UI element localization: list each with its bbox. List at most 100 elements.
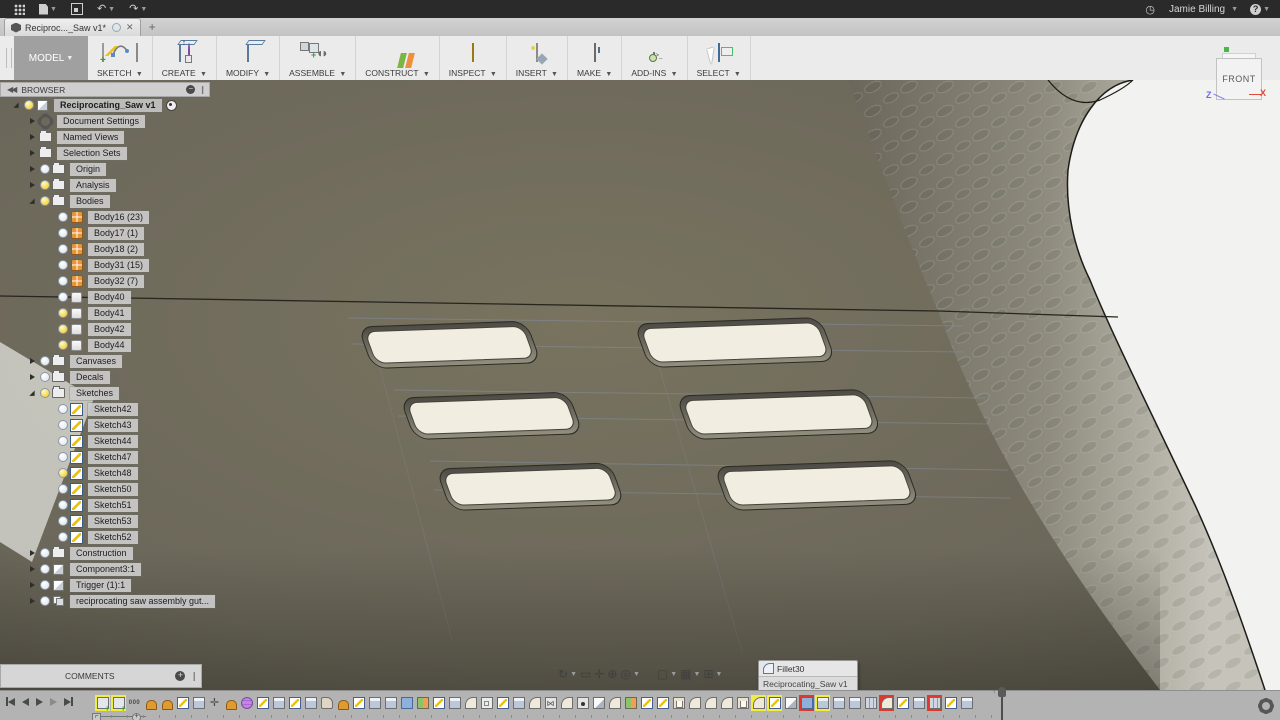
play-button[interactable] <box>36 697 43 706</box>
vent-hole[interactable] <box>358 321 541 369</box>
toolbar-group-label[interactable]: SELECT ▼ <box>697 68 741 78</box>
visibility-bulb-icon[interactable] <box>56 212 69 222</box>
timeline-feature-sketch-icon[interactable] <box>639 695 654 711</box>
timeline-feature-fillet-icon[interactable] <box>703 695 718 711</box>
timeline-feature-box-icon[interactable] <box>479 695 494 711</box>
browser-item-canvases[interactable]: Canvases <box>0 353 210 369</box>
visibility-bulb-icon[interactable] <box>56 228 69 238</box>
timeline-feature-pattern-icon[interactable] <box>927 695 942 711</box>
minimize-browser-icon[interactable]: − <box>186 85 196 94</box>
visibility-bulb-icon[interactable] <box>38 180 51 190</box>
toolbar-group-insert[interactable]: INSERT ▼ <box>507 36 568 80</box>
browser-item-body40[interactable]: Body40 <box>0 289 210 305</box>
browser-item-label[interactable]: Document Settings <box>57 114 146 128</box>
scripts-icon[interactable] <box>653 44 656 62</box>
browser-item-body42[interactable]: Body42 <box>0 321 210 337</box>
timeline-feature-hole-icon[interactable] <box>575 695 590 711</box>
browser-item-label[interactable]: Sketches <box>70 386 120 400</box>
select-icon[interactable] <box>717 42 720 62</box>
browser-item-label[interactable]: Selection Sets <box>57 146 127 160</box>
toolbar-group-select[interactable]: SELECT ▼ <box>688 36 751 80</box>
timeline-feature-sketch-icon[interactable] <box>351 695 366 711</box>
visibility-bulb-icon[interactable] <box>56 532 69 542</box>
timeline-feature-extrude-icon[interactable] <box>383 695 398 711</box>
browser-item-component3-1[interactable]: Component3:1 <box>0 561 210 577</box>
collapsed-triangle-icon[interactable] <box>26 182 38 188</box>
browser-item-label[interactable]: Body40 <box>88 290 131 304</box>
timeline-feature-extrude-icon[interactable] <box>303 695 318 711</box>
measure-icon[interactable] <box>471 42 474 62</box>
toolbar-group-label[interactable]: ADD-INS ▼ <box>631 68 677 78</box>
browser-item-sketch44[interactable]: Sketch44 <box>0 433 210 449</box>
collapsed-triangle-icon[interactable] <box>26 582 38 588</box>
toolbar-group-label[interactable]: MAKE ▼ <box>577 68 612 78</box>
visibility-bulb-icon[interactable] <box>56 276 69 286</box>
timeline-feature-fillet-icon[interactable] <box>687 695 702 711</box>
browser-item-label[interactable]: Named Views <box>57 130 125 144</box>
browser-item-label[interactable]: Body32 (7) <box>88 274 145 288</box>
visibility-bulb-icon[interactable] <box>38 388 51 398</box>
visibility-bulb-icon[interactable] <box>38 580 51 590</box>
visibility-bulb-icon[interactable] <box>56 308 69 318</box>
timeline-feature-combine-icon[interactable] <box>399 695 414 711</box>
grid-display-icon[interactable]: ▦ ▼ <box>680 668 700 680</box>
timeline-feature-fillet-icon[interactable] <box>879 695 894 711</box>
visibility-bulb-icon[interactable] <box>56 420 69 430</box>
rectangle-icon[interactable] <box>135 42 138 62</box>
timeline-feature-sketch-icon[interactable] <box>655 695 670 711</box>
browser-item-named-views[interactable]: Named Views <box>0 129 210 145</box>
toolbar-grip[interactable] <box>6 48 12 68</box>
timeline-feature-joint-icon[interactable] <box>335 695 350 711</box>
toolbar-group-inspect[interactable]: INSPECT ▼ <box>440 36 507 80</box>
toolbar-group-label[interactable]: CREATE ▼ <box>162 68 207 78</box>
toolbar-group-modify[interactable]: MODIFY ▼ <box>217 36 281 80</box>
vent-hole[interactable] <box>714 460 920 511</box>
visibility-bulb-icon[interactable] <box>56 436 69 446</box>
timeline-feature-mirror-icon[interactable]: ⋈ <box>543 695 558 711</box>
visibility-bulb-icon[interactable] <box>56 468 69 478</box>
toolbar-group-make[interactable]: MAKE ▼ <box>568 36 623 80</box>
comments-bar[interactable]: COMMENTS + ❙ <box>0 664 202 688</box>
vent-hole[interactable] <box>436 462 625 511</box>
timeline-feature-pattern-icon[interactable] <box>863 695 878 711</box>
timeline-feature-fillet-icon[interactable] <box>719 695 734 711</box>
timeline-feature-revolve-icon[interactable] <box>319 695 334 711</box>
timeline-feature-move-icon[interactable]: ✛ <box>207 695 222 711</box>
user-account-menu[interactable]: Jamie Billing <box>1169 4 1225 15</box>
timeline-feature-extrude-icon[interactable] <box>271 695 286 711</box>
file-menu-icon[interactable]: ▼ <box>39 3 57 15</box>
browser-item-label[interactable]: Origin <box>70 162 107 176</box>
browser-grip-icon[interactable]: ❙ <box>199 85 206 94</box>
browser-item-sketch50[interactable]: Sketch50 <box>0 481 210 497</box>
expanded-triangle-icon[interactable]: ◢ <box>26 198 38 205</box>
pan-icon[interactable]: ✛ <box>594 668 604 680</box>
timeline-feature-comp-icon[interactable] <box>111 695 126 713</box>
timeline-feature-sketch-icon[interactable] <box>255 695 270 711</box>
visibility-bulb-icon[interactable] <box>56 484 69 494</box>
browser-item-body18-2-[interactable]: Body18 (2) <box>0 241 210 257</box>
visibility-bulb-icon[interactable] <box>38 548 51 558</box>
browser-header[interactable]: ◀◀ BROWSER − ❙ <box>0 82 210 97</box>
help-icon[interactable]: ? <box>1250 3 1262 15</box>
comments-grip-icon[interactable]: ❙ <box>190 671 198 682</box>
workspace-selector[interactable]: MODEL ▼ <box>14 36 88 80</box>
timeline-position-marker[interactable] <box>992 686 1006 720</box>
timeline-feature-sketch-icon[interactable] <box>895 695 910 711</box>
collapsed-triangle-icon[interactable] <box>26 374 38 380</box>
visibility-bulb-icon[interactable] <box>56 516 69 526</box>
new-tab-button[interactable]: + <box>149 20 156 34</box>
collapsed-triangle-icon[interactable] <box>26 134 38 140</box>
save-icon[interactable] <box>70 3 83 15</box>
browser-item-body17-1-[interactable]: Body17 (1) <box>0 225 210 241</box>
vent-hole[interactable] <box>400 392 583 440</box>
browser-item-sketch48[interactable]: Sketch48 <box>0 465 210 481</box>
browser-item-label[interactable]: Reciprocating_Saw v1 <box>54 98 162 112</box>
visibility-bulb-icon[interactable] <box>38 356 51 366</box>
timeline-feature-joint-icon[interactable] <box>223 695 238 711</box>
browser-item-trigger-1-1[interactable]: Trigger (1):1 <box>0 577 210 593</box>
visibility-bulb-icon[interactable] <box>56 324 69 334</box>
vent-hole[interactable] <box>676 389 882 440</box>
timeline-feature-extrude-icon[interactable] <box>959 695 974 711</box>
expanded-triangle-icon[interactable]: ◢ <box>26 390 38 397</box>
toolbar-group-sketch[interactable]: SKETCH ▼ <box>88 36 153 80</box>
